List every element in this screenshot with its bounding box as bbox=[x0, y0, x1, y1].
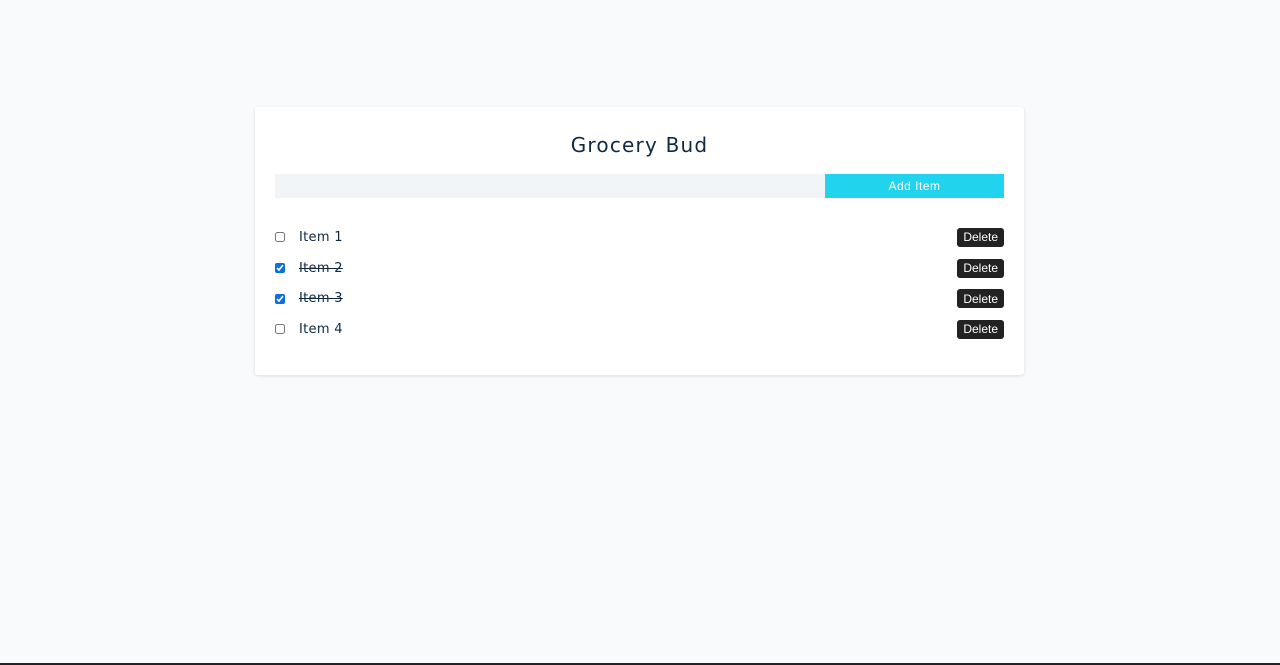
item-input[interactable] bbox=[275, 174, 825, 198]
item-label: Item 3 bbox=[299, 291, 343, 307]
page-title: Grocery Bud bbox=[570, 133, 709, 157]
item-checkbox[interactable] bbox=[275, 293, 285, 304]
delete-button[interactable]: Delete bbox=[957, 319, 1004, 339]
delete-button[interactable]: Delete bbox=[957, 258, 1004, 278]
list-item: Item 1 Delete bbox=[275, 222, 1004, 253]
item-label: Item 1 bbox=[299, 229, 343, 245]
item-label: Item 2 bbox=[299, 260, 343, 276]
delete-button[interactable]: Delete bbox=[957, 289, 1004, 309]
list-item: Item 2 Delete bbox=[275, 253, 1004, 284]
item-list: Item 1 Delete Item 2 Delete Item 3 Delet… bbox=[275, 222, 1004, 345]
grocery-card: Grocery Bud Add Item Item 1 Delete Item … bbox=[255, 107, 1024, 375]
add-item-button[interactable]: Add Item bbox=[825, 174, 1004, 198]
item-label: Item 4 bbox=[299, 321, 343, 337]
add-item-form: Add Item bbox=[275, 174, 1004, 198]
list-item: Item 4 Delete bbox=[275, 314, 1004, 345]
delete-button[interactable]: Delete bbox=[957, 227, 1004, 247]
item-checkbox[interactable] bbox=[275, 232, 285, 243]
item-checkbox[interactable] bbox=[275, 263, 285, 274]
list-item: Item 3 Delete bbox=[275, 283, 1004, 314]
item-checkbox[interactable] bbox=[275, 324, 285, 335]
